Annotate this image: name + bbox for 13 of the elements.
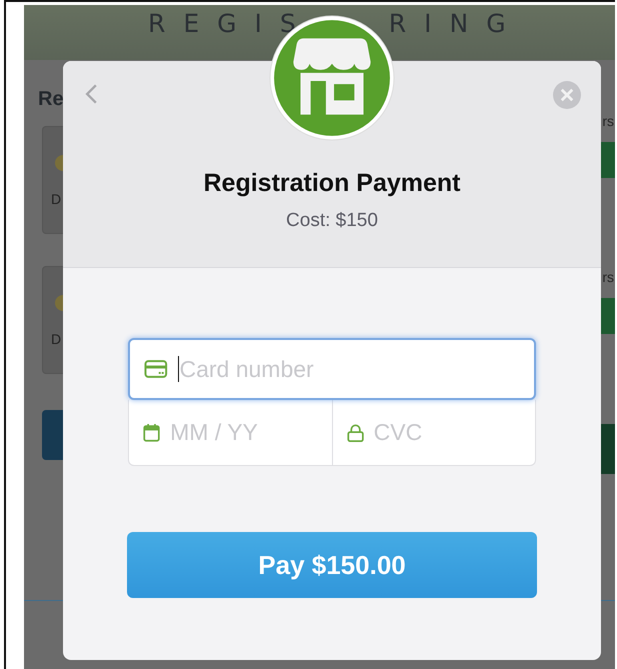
header-title: REGIS bbox=[148, 9, 314, 39]
header-title: RING bbox=[388, 9, 524, 39]
dialog-title: Registration Payment bbox=[203, 169, 460, 198]
card-text: D bbox=[51, 191, 62, 207]
pay-button[interactable]: Pay $150.00 bbox=[127, 532, 537, 598]
cost-text: Cost: $150 bbox=[286, 210, 378, 232]
side-label: rs bbox=[601, 112, 615, 130]
card-icon bbox=[144, 358, 168, 380]
card-text: D bbox=[51, 331, 62, 347]
side-label: rs bbox=[601, 268, 615, 286]
lock-icon bbox=[346, 422, 364, 444]
calendar-icon bbox=[143, 422, 160, 444]
section-heading: Re bbox=[38, 87, 65, 112]
